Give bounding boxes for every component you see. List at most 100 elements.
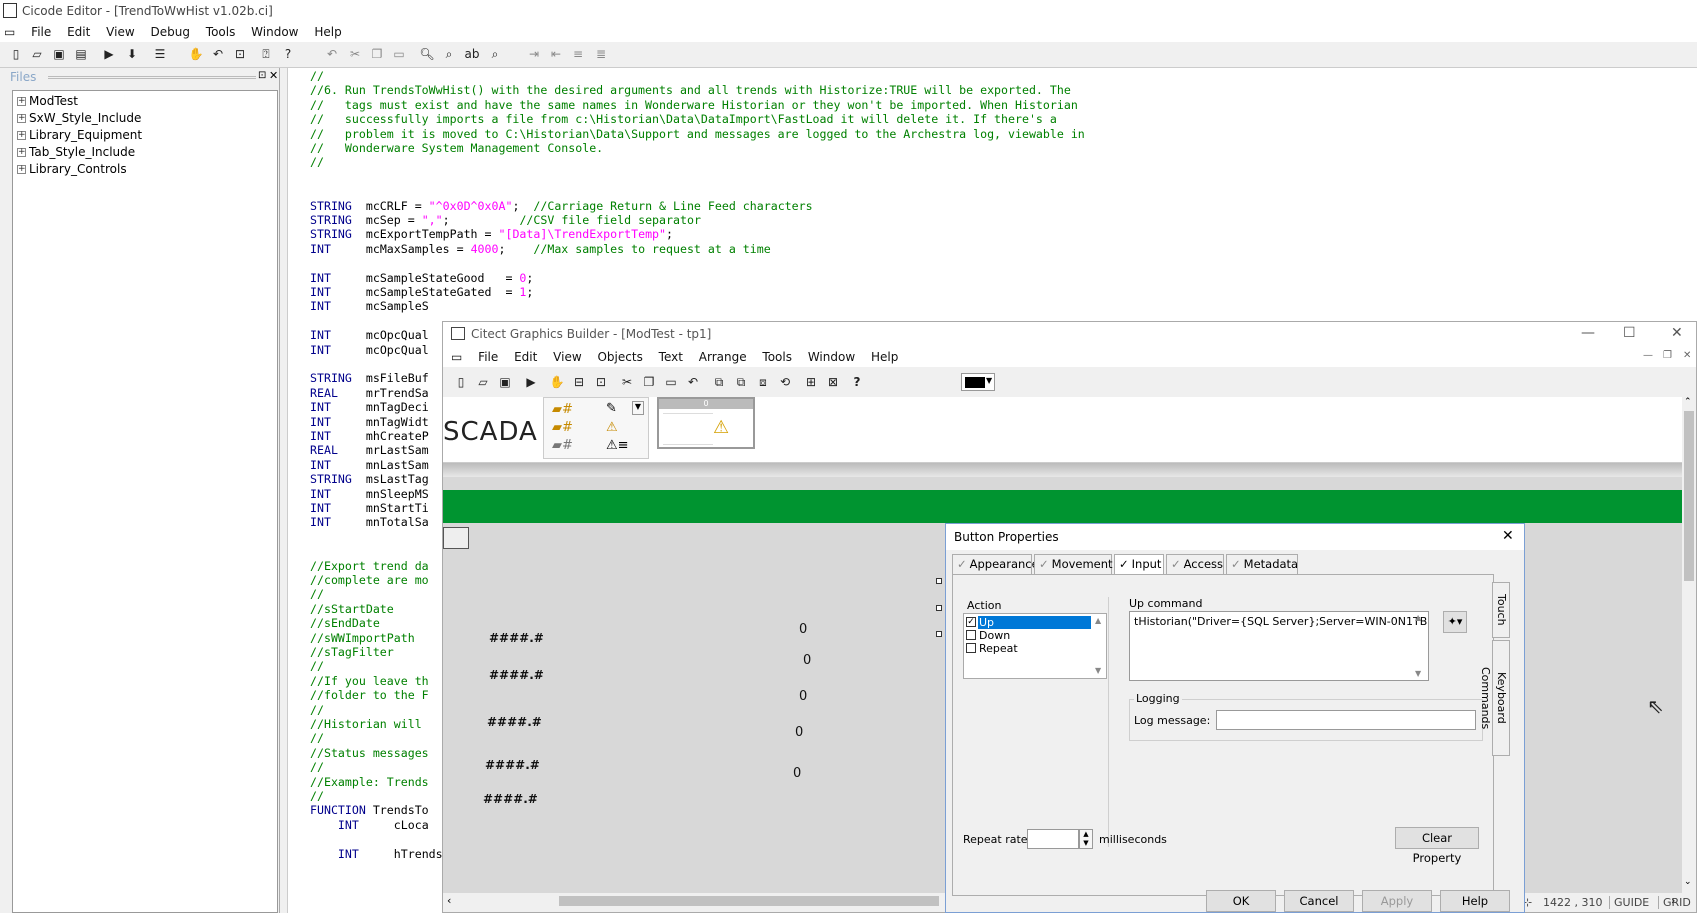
gb-page-icon[interactable]: ⊟ [571, 374, 587, 390]
code-line[interactable]: STRING mcExportTempPath = "[Data]\TrendE… [310, 227, 673, 243]
undo-icon[interactable]: ↶ [324, 46, 340, 62]
help-button[interactable]: Help [1440, 890, 1510, 912]
code-line[interactable]: // [310, 69, 324, 85]
gb-run-icon[interactable]: ▶ [523, 374, 539, 390]
code-line[interactable]: STRING mcCRLF = "^0x0D^0x0A"; //Carriage… [310, 199, 813, 215]
help-book-icon[interactable]: ⍰ [258, 46, 274, 62]
ok-button[interactable]: OK [1206, 890, 1276, 912]
code-line[interactable]: STRING msFileBuf [310, 371, 429, 387]
list-scroll-down-icon[interactable]: ▼ [1095, 666, 1101, 675]
editor-menu-file[interactable]: File [25, 22, 57, 42]
tree-item[interactable]: + Library_Equipment [17, 127, 142, 144]
gb-distribute-icon[interactable]: ⊠ [825, 374, 841, 390]
code-line[interactable]: REAL mrTrendSa [310, 386, 429, 402]
action-item-down[interactable]: Down [964, 629, 1091, 642]
code-line[interactable]: INT mnTagDeci [310, 400, 429, 416]
indent-icon[interactable]: ⇥ [526, 46, 542, 62]
code-line[interactable]: // successfully imports a file from c:\H… [310, 112, 1057, 128]
code-line[interactable]: // tags must exist and have the same nam… [310, 98, 1078, 114]
insert-tag-button[interactable]: ✦▾ [1443, 611, 1467, 633]
scroll-thumb[interactable] [559, 896, 939, 906]
zero-value[interactable]: 0 [795, 725, 803, 740]
scroll-down-icon[interactable]: ⌄ [1684, 877, 1692, 887]
zero-value[interactable]: 0 [803, 653, 811, 668]
numeric-display[interactable]: ####.# [489, 668, 544, 682]
code-line[interactable]: REAL mrLastSam [310, 443, 429, 459]
close-icon[interactable]: ✕ [1671, 325, 1683, 341]
outdent-icon[interactable]: ⇤ [548, 46, 564, 62]
alarm-table-thumbnail[interactable]: 0 ⚠ [657, 397, 755, 449]
repeat-checkbox[interactable] [966, 643, 976, 653]
hand-icon[interactable]: ✋ [188, 46, 204, 62]
code-line[interactable]: //If you leave th [310, 674, 429, 690]
code-line[interactable]: // [310, 659, 324, 675]
alarm-list-icon[interactable]: ⚠≡ [606, 438, 629, 453]
code-line[interactable]: INT mcOpcQual [310, 328, 429, 344]
numeric-display[interactable]: ####.# [489, 631, 544, 645]
gb-child-restore-icon[interactable]: ❐ [1663, 350, 1672, 361]
selected-button-object[interactable] [443, 527, 469, 549]
code-line[interactable]: // [310, 703, 324, 719]
code-line[interactable]: // [310, 587, 324, 603]
expand-icon[interactable]: + [17, 131, 26, 140]
apply-button[interactable]: Apply [1362, 890, 1432, 912]
find-next-icon[interactable]: ⌕ [441, 46, 457, 62]
gb-new-icon[interactable]: ▯ [453, 374, 469, 390]
down-checkbox[interactable] [966, 630, 976, 640]
grid-toggle[interactable]: GRID [1658, 896, 1691, 909]
tab-metadata[interactable]: ✓ Metadata [1226, 554, 1298, 574]
zero-value[interactable]: 0 [799, 622, 807, 637]
gb-menu-window[interactable]: Window [802, 347, 861, 367]
tab-movement[interactable]: ✓ Movement [1034, 554, 1113, 574]
open-folder-icon[interactable]: ▱ [29, 46, 45, 62]
code-line[interactable]: INT cLoca [310, 818, 429, 834]
gb-menu-file[interactable]: File [472, 347, 504, 367]
code-line[interactable]: INT mcSampleS [310, 299, 429, 315]
code-line[interactable]: //Example: Trends [310, 775, 429, 791]
cmd-scroll-down-icon[interactable]: ▼ [1415, 669, 1421, 678]
code-line[interactable]: INT mnTagWidt [310, 415, 429, 431]
list-icon[interactable]: ☰ [152, 46, 168, 62]
gb-arrange-icon[interactable]: ⧈ [755, 374, 771, 390]
code-line[interactable]: INT mnLastSam [310, 458, 429, 474]
code-line[interactable]: // [310, 155, 324, 171]
alarm-folder-icon[interactable]: ⚠ [606, 420, 618, 435]
files-float-icon[interactable]: ⊡ [258, 70, 266, 81]
clear-property-button[interactable]: Clear Property [1395, 827, 1479, 865]
scroll-left-icon[interactable]: ‹ [447, 894, 451, 907]
scroll-thumb[interactable] [1684, 411, 1694, 581]
maximize-icon[interactable]: ☐ [1623, 325, 1636, 341]
code-line[interactable]: STRING mcSep = ","; //CSV file field sep… [310, 213, 701, 229]
window-icon[interactable]: ⊡ [232, 46, 248, 62]
log-message-input[interactable] [1216, 710, 1476, 730]
gb-undo-icon[interactable]: ↶ [685, 374, 701, 390]
action-item-up[interactable]: ✓ Up [964, 616, 1091, 629]
code-line[interactable]: // [310, 731, 324, 747]
gb-menu-text[interactable]: Text [653, 347, 689, 367]
gb-hand-icon[interactable]: ✋ [549, 374, 565, 390]
gb-ungroup-icon[interactable]: ⧉ [733, 374, 749, 390]
replace-icon[interactable]: ab [464, 46, 480, 62]
find-icon[interactable]: 🔍︎ [419, 46, 435, 62]
gb-align-icon[interactable]: ⊞ [803, 374, 819, 390]
gb-menu-arrange[interactable]: Arrange [693, 347, 753, 367]
selection-handle[interactable] [936, 578, 942, 584]
editor-menu-window[interactable]: Window [245, 22, 304, 42]
selection-handle[interactable] [936, 631, 942, 637]
code-line[interactable]: FUNCTION TrendsTo [310, 803, 429, 819]
editor-menu-edit[interactable]: Edit [61, 22, 96, 42]
comment-icon[interactable]: ≡ [570, 46, 586, 62]
print-icon[interactable]: ▤ [73, 46, 89, 62]
paste-icon[interactable]: ▭ [391, 46, 407, 62]
numeric-display[interactable]: ####.# [485, 758, 540, 772]
pen-icon[interactable]: ✎ [606, 401, 617, 416]
code-line[interactable]: INT mcOpcQual [310, 343, 429, 359]
gb-menu-view[interactable]: View [547, 347, 587, 367]
editor-menu-tools[interactable]: Tools [200, 22, 242, 42]
code-line[interactable]: //sStartDate [310, 602, 394, 618]
find-prev-icon[interactable]: ⌕ [487, 46, 503, 62]
tree-item[interactable]: + Library_Controls [17, 161, 127, 178]
cmd-scroll-up-icon[interactable]: ▲ [1415, 613, 1421, 622]
expand-icon[interactable]: + [17, 97, 26, 106]
list-scroll-up-icon[interactable]: ▲ [1095, 616, 1101, 625]
